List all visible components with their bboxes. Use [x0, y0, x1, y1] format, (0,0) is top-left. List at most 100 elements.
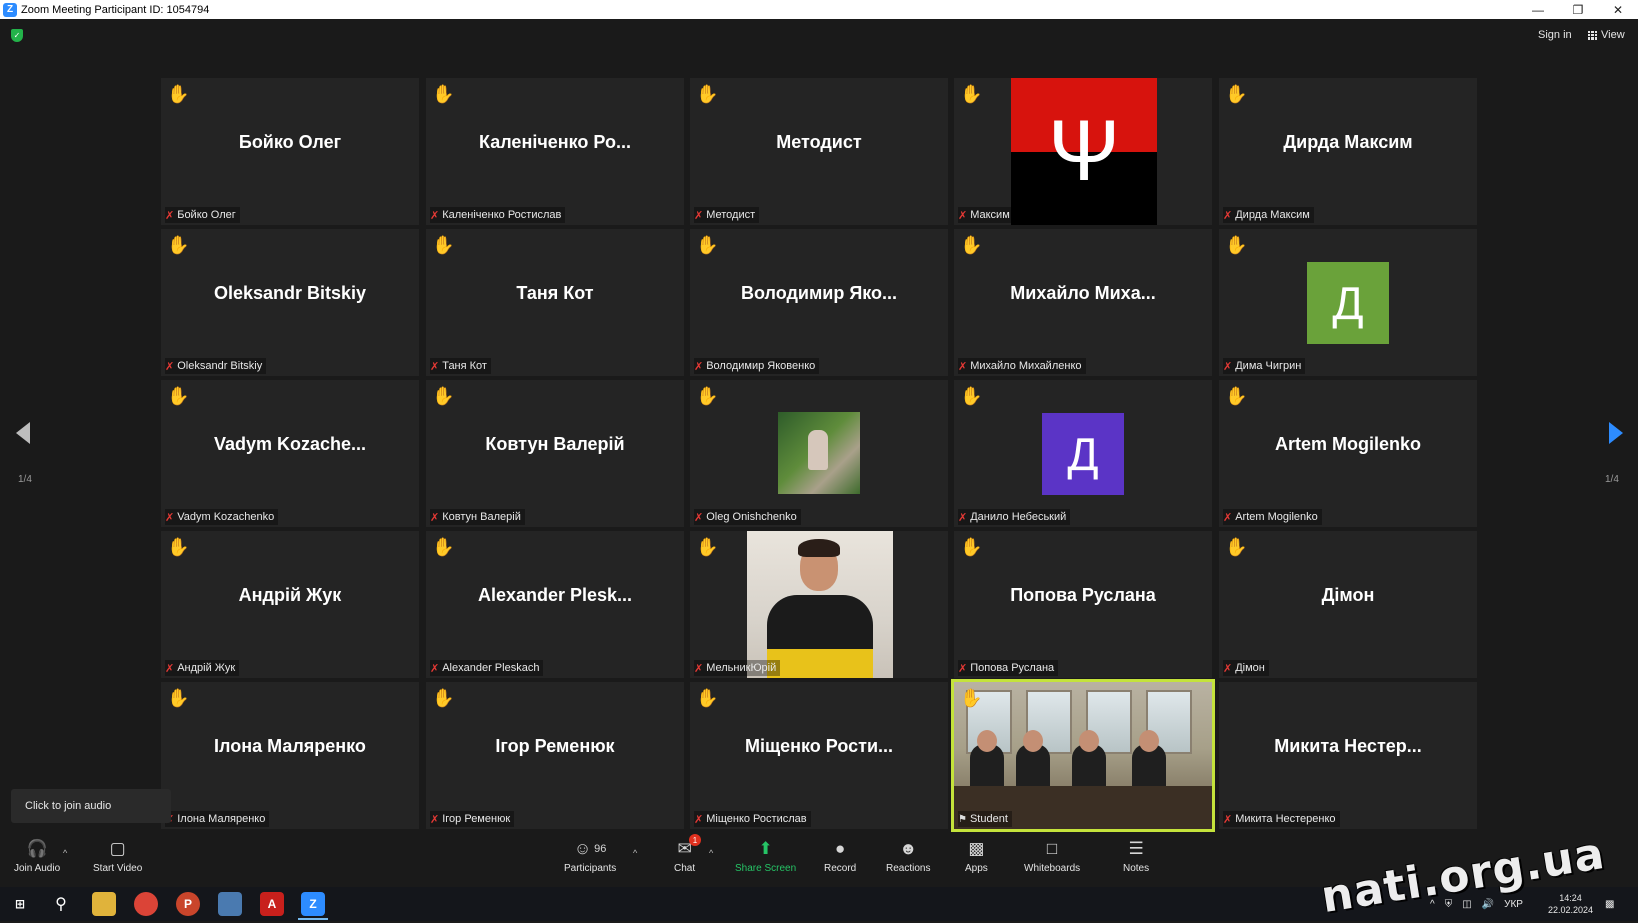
participant-footer: ✗ Данило Небеський	[958, 509, 1071, 525]
window-title: Zoom Meeting Participant ID: 1054794	[21, 3, 210, 16]
raised-hand-icon: ✋	[960, 386, 983, 406]
sign-in-link[interactable]: Sign in	[1538, 29, 1572, 41]
participants-caret-icon[interactable]: ^	[633, 848, 637, 858]
clock[interactable]: 14:24 22.02.2024	[1548, 887, 1593, 921]
participant-label: Vadym Kozachenko	[177, 511, 275, 523]
volume-icon[interactable]: 🔊	[1482, 899, 1494, 910]
participant-name-large: Бойко Олег	[238, 132, 342, 152]
view-button[interactable]: View	[1588, 29, 1625, 41]
chrome-icon[interactable]	[134, 892, 158, 916]
participant-tile[interactable]: Микита Нестер... ✗ Микита Нестеренко	[1219, 682, 1477, 829]
participant-tile[interactable]: ✋ Vadym Kozache... ✗ Vadym Kozachenko	[161, 380, 419, 527]
participant-tile[interactable]: ✋ Таня Кот ✗ Таня Кот	[426, 229, 684, 376]
participant-video	[954, 682, 1212, 829]
notifications-icon[interactable]: ▩	[1605, 887, 1614, 921]
restore-icon[interactable]: ❐	[1558, 0, 1598, 19]
participant-footer: ✗ МельникЮрій	[694, 660, 781, 676]
participant-footer: ✗ Oleksandr Bitskiy	[165, 358, 267, 374]
muted-mic-icon: ✗	[1223, 209, 1233, 222]
participant-tile[interactable]: ✋ Oleksandr Bitskiy ✗ Oleksandr Bitskiy	[161, 229, 419, 376]
participant-tile[interactable]: ✋ Андрій Жук ✗ Андрій Жук	[161, 531, 419, 678]
reactions-button[interactable]: ☻ Reactions	[886, 838, 930, 874]
participant-tile[interactable]: ✋ Дімон ✗ Дімон	[1219, 531, 1477, 678]
participant-tile[interactable]: ✋ Бойко Олег ✗ Бойко Олег	[161, 78, 419, 225]
participant-tile[interactable]: ✋ Михайло Миха... ✗ Михайло Михайленко	[954, 229, 1212, 376]
participant-name-large: Михайло Миха...	[1010, 283, 1156, 303]
active-speaker-tile[interactable]: ✋ ⚑ Student	[951, 679, 1215, 832]
participant-tile[interactable]: ✋ ✗ МельникЮрій	[690, 531, 948, 678]
participant-label: Бойко Олег	[177, 209, 236, 221]
reactions-icon: ☻	[899, 839, 918, 858]
whiteboards-button[interactable]: □ Whiteboards	[1024, 838, 1080, 874]
zoom-taskbar-icon[interactable]: Z	[301, 892, 325, 916]
input-language[interactable]: УКР	[1504, 899, 1523, 910]
participant-tile[interactable]: ✋ Ігор Ременюк ✗ Ігор Ременюк	[426, 682, 684, 829]
participant-footer: ✗ Ковтун Валерій	[430, 509, 525, 525]
participant-footer: ✗ Попова Руслана	[958, 660, 1059, 676]
avatar-initial: Д	[1042, 412, 1124, 495]
search-icon[interactable]: ⚲	[49, 892, 73, 916]
security-shield-icon[interactable]: ✓	[11, 29, 23, 42]
participant-footer: ✗ Михайло Михайленко	[958, 358, 1086, 374]
powerpoint-icon[interactable]: P	[176, 892, 200, 916]
start-video-button[interactable]: ▢ Start Video	[93, 838, 142, 874]
profile-picture	[778, 412, 860, 494]
participant-tile[interactable]: ✋ Ковтун Валерій ✗ Ковтун Валерій	[426, 380, 684, 527]
participant-name-large: Ілона Маляренко	[214, 736, 366, 756]
clock-time: 14:24	[1559, 893, 1582, 903]
participant-name-large: Ігор Ременюк	[495, 736, 615, 756]
participant-tile[interactable]: ✋ Alexander Plesk... ✗ Alexander Pleskach	[426, 531, 684, 678]
apps-button[interactable]: ▩ Apps	[965, 838, 988, 874]
file-explorer-icon[interactable]	[92, 892, 116, 916]
participant-footer: ✗ Володимир Яковенко	[694, 358, 820, 374]
acrobat-icon[interactable]: A	[260, 892, 284, 916]
muted-mic-icon: ✗	[165, 662, 175, 675]
chat-caret-icon[interactable]: ^	[709, 848, 713, 858]
participant-tile[interactable]: ✋ Каленіченко Ро... ✗ Каленіченко Ростисл…	[426, 78, 684, 225]
windows-start-icon[interactable]: ⊞	[8, 892, 32, 916]
participant-name-large: Artem Mogilenko	[1274, 434, 1421, 454]
muted-mic-icon: ✗	[430, 813, 440, 826]
previous-page-arrow-icon[interactable]	[16, 422, 30, 444]
participant-label: МельникЮрій	[706, 662, 777, 674]
audio-options-caret-icon[interactable]: ^	[63, 848, 67, 858]
participant-label: Ковтун Валерій	[442, 511, 521, 523]
participant-footer: ⚑ Student	[958, 811, 1012, 827]
participant-name-large: Дімон	[1321, 585, 1375, 605]
paint-icon[interactable]	[218, 892, 242, 916]
participant-name-large: Микита Нестер...	[1274, 736, 1422, 756]
participant-tile[interactable]: ✋ Artem Mogilenko ✗ Artem Mogilenko	[1219, 380, 1477, 527]
record-button[interactable]: ● Record	[824, 838, 856, 874]
participant-tile[interactable]: ✋ Методист ✗ Методист	[690, 78, 948, 225]
participant-tile[interactable]: ✋ Ілона Маляренко ✗Ілона Маляренко	[161, 682, 419, 829]
participant-label: Oleg Onishchenko	[706, 511, 797, 523]
participants-button[interactable]: ☺ 96 Participants	[564, 838, 616, 874]
participant-tile[interactable]: ✋ Д ✗ Дима Чигрин	[1219, 229, 1477, 376]
muted-mic-icon: ✗	[694, 813, 704, 826]
participant-label: Student	[969, 813, 1008, 825]
participant-tile[interactable]: ✋ Д ✗ Данило Небеський	[954, 380, 1212, 527]
minimize-icon[interactable]: —	[1518, 0, 1558, 19]
muted-mic-icon: ✗	[430, 511, 440, 524]
participant-label: Ілона Маляренко	[177, 813, 266, 825]
avatar-initial: Д	[1307, 261, 1389, 344]
raised-hand-icon: ✋	[960, 688, 983, 708]
next-page-arrow-icon[interactable]	[1609, 422, 1623, 444]
participant-tile[interactable]: ✋ Міщенко Рости... ✗ Міщенко Ростислав	[690, 682, 948, 829]
participant-footer: ✗ Методист	[694, 207, 760, 223]
notes-button[interactable]: ☰ Notes	[1123, 838, 1149, 874]
participant-tile[interactable]: Ψ ✋ ✗ Максим	[954, 78, 1212, 225]
grid-view-icon	[1588, 30, 1597, 40]
participant-footer: ✗ Дима Чигрин	[1223, 358, 1306, 374]
share-screen-button[interactable]: ⬆ Share Screen	[735, 838, 796, 874]
participant-tile[interactable]: ✋ Попова Руслана ✗ Попова Руслана	[954, 531, 1212, 678]
close-icon[interactable]: ✕	[1598, 0, 1638, 19]
participant-label: Дима Чигрин	[1235, 360, 1302, 372]
join-audio-button[interactable]: 🎧 Join Audio	[14, 838, 60, 874]
participant-tile[interactable]: ✋ Володимир Яко... ✗ Володимир Яковенко	[690, 229, 948, 376]
participant-footer: ✗ Vadym Kozachenko	[165, 509, 279, 525]
participant-tile[interactable]: ✋ ✗ Oleg Onishchenko	[690, 380, 948, 527]
participant-footer: ✗ Дирда Максим	[1223, 207, 1314, 223]
raised-hand-icon: ✋	[960, 84, 983, 104]
participant-tile[interactable]: ✋ Дирда Максим ✗ Дирда Максим	[1219, 78, 1477, 225]
